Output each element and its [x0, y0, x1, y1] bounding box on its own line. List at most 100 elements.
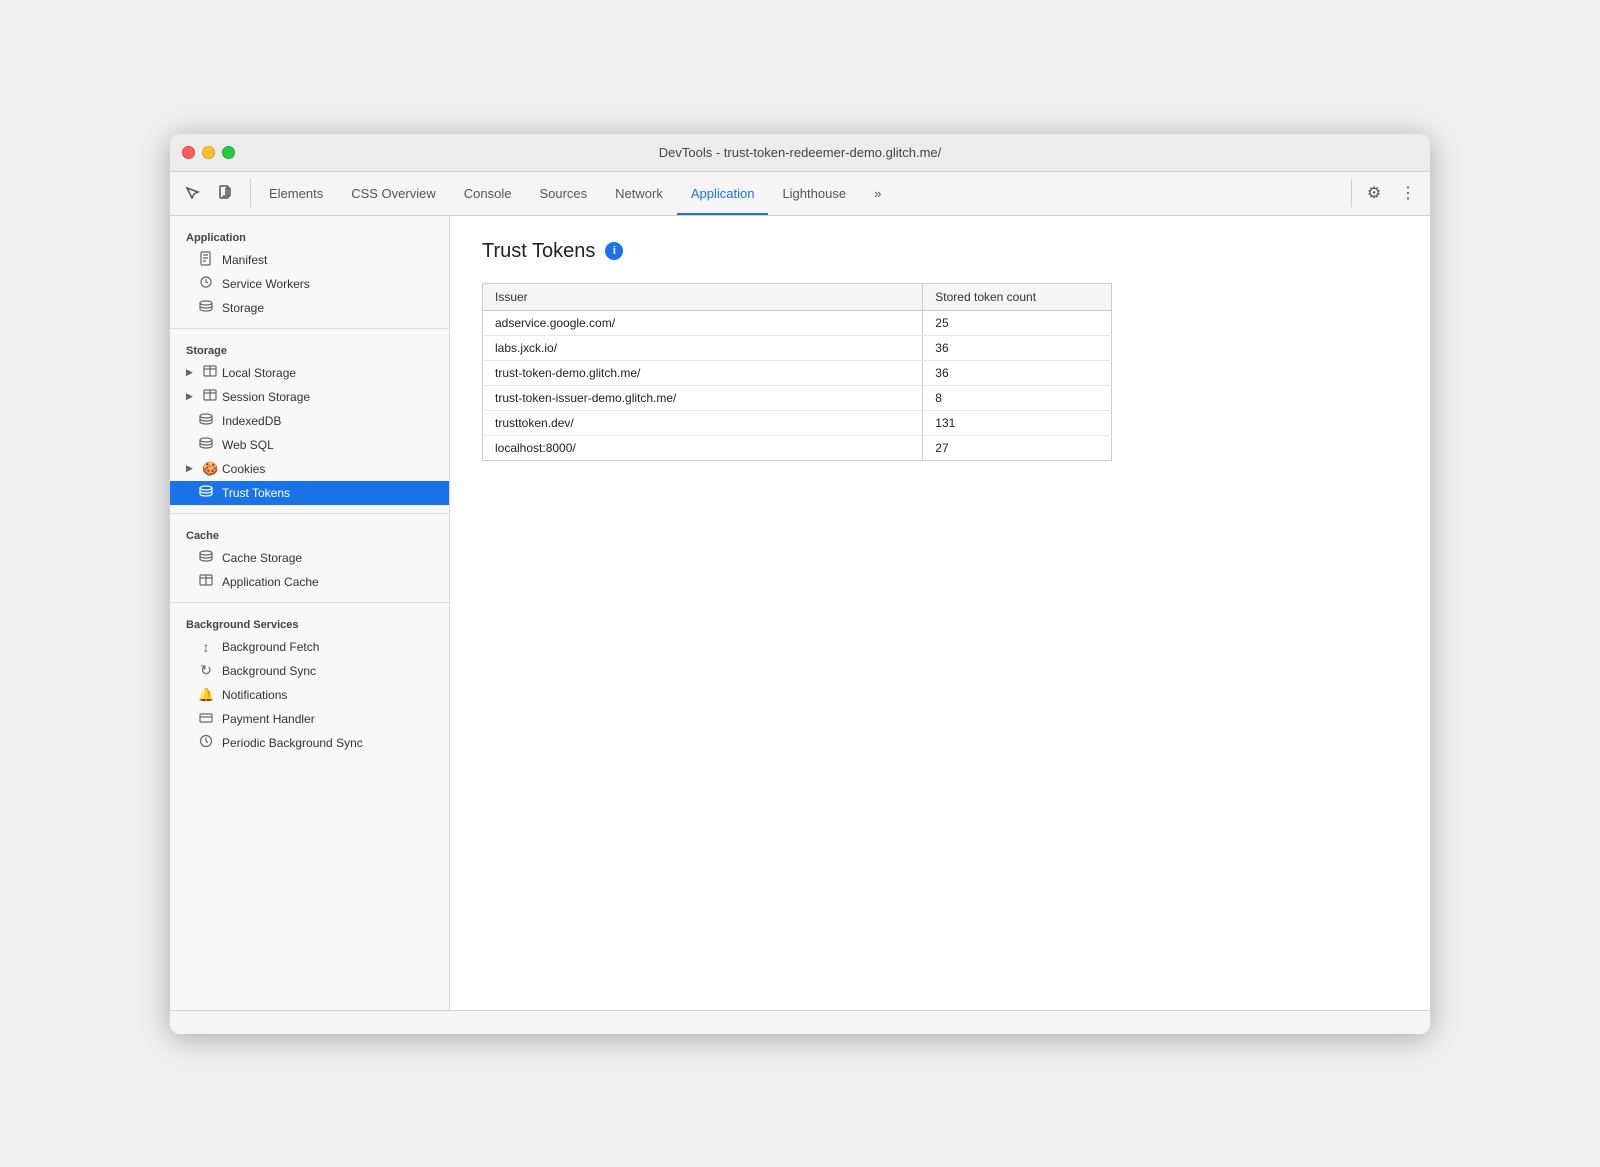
divider-1: [170, 328, 449, 329]
issuer-cell: trusttoken.dev/: [483, 410, 923, 435]
sidebar-item-payment-handler[interactable]: Payment Handler: [170, 707, 449, 731]
tab-css-overview[interactable]: CSS Overview: [337, 171, 450, 215]
tab-elements[interactable]: Elements: [255, 171, 337, 215]
issuer-cell: adservice.google.com/: [483, 310, 923, 335]
sidebar-item-local-storage[interactable]: ▶ Local Storage: [170, 361, 449, 385]
content-title-row: Trust Tokens i: [482, 240, 1398, 263]
payment-handler-label: Payment Handler: [222, 712, 315, 726]
inspect-icon[interactable]: [178, 179, 206, 207]
sidebar-item-web-sql[interactable]: Web SQL: [170, 433, 449, 457]
web-sql-icon: [198, 437, 214, 453]
sidebar-item-session-storage[interactable]: ▶ Session Storage: [170, 385, 449, 409]
table-row: labs.jxck.io/36: [483, 335, 1112, 360]
background-fetch-label: Background Fetch: [222, 640, 319, 654]
page-title: Trust Tokens: [482, 240, 595, 263]
sidebar-item-indexeddb[interactable]: IndexedDB: [170, 409, 449, 433]
settings-button[interactable]: ⚙: [1360, 179, 1388, 207]
table-row: adservice.google.com/25: [483, 310, 1112, 335]
sidebar-item-trust-tokens[interactable]: Trust Tokens: [170, 481, 449, 505]
maximize-button[interactable]: [222, 146, 235, 159]
cookies-icon: 🍪: [202, 461, 218, 477]
sidebar-item-storage-app[interactable]: Storage: [170, 296, 449, 320]
indexeddb-label: IndexedDB: [222, 414, 281, 428]
payment-handler-icon: [198, 711, 214, 726]
local-storage-label: Local Storage: [222, 366, 296, 380]
issuer-cell: trust-token-issuer-demo.glitch.me/: [483, 385, 923, 410]
session-storage-icon: [202, 389, 218, 404]
cookies-arrow: ▶: [186, 463, 198, 474]
table-header-count: Stored token count: [923, 283, 1112, 310]
notifications-label: Notifications: [222, 688, 287, 702]
local-storage-arrow: ▶: [186, 367, 198, 378]
tab-lighthouse[interactable]: Lighthouse: [768, 171, 860, 215]
tab-more[interactable]: »: [860, 171, 895, 215]
session-storage-arrow: ▶: [186, 391, 198, 402]
window-title: DevTools - trust-token-redeemer-demo.gli…: [659, 145, 942, 160]
sidebar-item-manifest[interactable]: Manifest: [170, 248, 449, 272]
close-button[interactable]: [182, 146, 195, 159]
table-row: localhost:8000/27: [483, 435, 1112, 460]
issuer-cell: localhost:8000/: [483, 435, 923, 460]
cache-storage-icon: [198, 550, 214, 566]
nav-tabs: Elements CSS Overview Console Sources Ne…: [255, 172, 1351, 215]
tab-application[interactable]: Application: [677, 171, 769, 215]
sidebar-item-application-cache[interactable]: Application Cache: [170, 570, 449, 594]
count-cell: 27: [923, 435, 1112, 460]
notifications-icon: 🔔: [198, 687, 214, 703]
background-sync-icon: ↻: [198, 662, 214, 679]
service-workers-icon: [198, 275, 214, 292]
sidebar-section-application: Application: [170, 224, 449, 248]
manifest-icon: [198, 251, 214, 269]
traffic-lights: [182, 146, 235, 159]
periodic-background-sync-label: Periodic Background Sync: [222, 736, 363, 750]
background-fetch-icon: ↕: [198, 639, 214, 655]
sidebar-item-service-workers[interactable]: Service Workers: [170, 272, 449, 296]
sidebar-item-background-sync[interactable]: ↻ Background Sync: [170, 659, 449, 683]
count-cell: 8: [923, 385, 1112, 410]
content-area: Trust Tokens i Issuer Stored token count…: [450, 216, 1430, 1010]
service-workers-label: Service Workers: [222, 277, 310, 291]
toolbar-icons: [178, 179, 251, 207]
manifest-label: Manifest: [222, 253, 267, 267]
web-sql-label: Web SQL: [222, 438, 274, 452]
local-storage-icon: [202, 365, 218, 380]
tab-network[interactable]: Network: [601, 171, 677, 215]
cookies-label: Cookies: [222, 462, 265, 476]
count-cell: 36: [923, 335, 1112, 360]
sidebar-item-periodic-background-sync[interactable]: Periodic Background Sync: [170, 731, 449, 755]
table-row: trust-token-issuer-demo.glitch.me/8: [483, 385, 1112, 410]
issuer-cell: labs.jxck.io/: [483, 335, 923, 360]
table-row: trust-token-demo.glitch.me/36: [483, 360, 1112, 385]
session-storage-label: Session Storage: [222, 390, 310, 404]
count-cell: 25: [923, 310, 1112, 335]
tab-console[interactable]: Console: [450, 171, 526, 215]
sidebar-item-cookies[interactable]: ▶ 🍪 Cookies: [170, 457, 449, 481]
storage-app-label: Storage: [222, 301, 264, 315]
trust-tokens-icon: [198, 485, 214, 501]
table-row: trusttoken.dev/131: [483, 410, 1112, 435]
info-icon[interactable]: i: [605, 242, 623, 260]
background-sync-label: Background Sync: [222, 664, 316, 678]
main-content: Application Manifest Service Wo: [170, 216, 1430, 1010]
toolbar-right: ⚙ ⋮: [1351, 179, 1422, 207]
minimize-button[interactable]: [202, 146, 215, 159]
application-cache-label: Application Cache: [222, 575, 319, 589]
sidebar-item-background-fetch[interactable]: ↕ Background Fetch: [170, 635, 449, 659]
divider-3: [170, 602, 449, 603]
toolbar: Elements CSS Overview Console Sources Ne…: [170, 172, 1430, 216]
table-header-issuer: Issuer: [483, 283, 923, 310]
count-cell: 36: [923, 360, 1112, 385]
sidebar-item-cache-storage[interactable]: Cache Storage: [170, 546, 449, 570]
trust-tokens-label: Trust Tokens: [222, 486, 290, 500]
sidebar-section-storage: Storage: [170, 337, 449, 361]
storage-app-icon: [198, 300, 214, 316]
more-options-button[interactable]: ⋮: [1394, 179, 1422, 207]
device-icon[interactable]: [210, 179, 238, 207]
issuer-cell: trust-token-demo.glitch.me/: [483, 360, 923, 385]
tab-sources[interactable]: Sources: [525, 171, 601, 215]
divider-2: [170, 513, 449, 514]
cache-storage-label: Cache Storage: [222, 551, 302, 565]
application-cache-icon: [198, 574, 214, 589]
sidebar-item-notifications[interactable]: 🔔 Notifications: [170, 683, 449, 707]
status-bar: [170, 1010, 1430, 1034]
